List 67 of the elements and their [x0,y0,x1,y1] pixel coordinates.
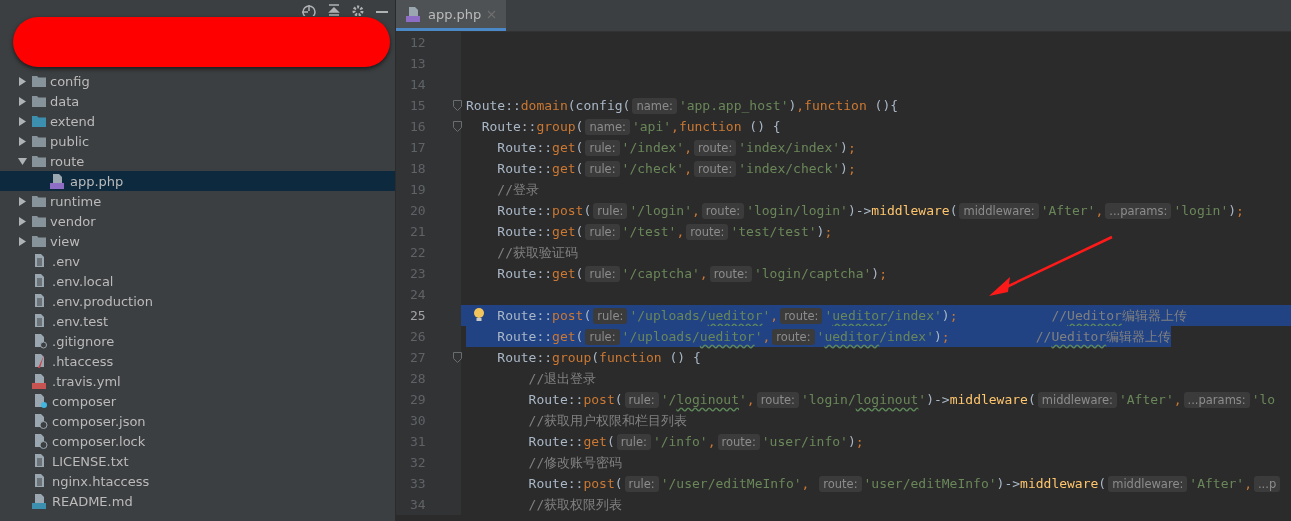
folder-icon [32,115,46,127]
tree-item[interactable]: nginx.htaccess [0,471,395,491]
markdown-file-icon [32,493,48,509]
tree-item[interactable]: .env.test [0,311,395,331]
code-line: Route::post( rule: '/loginout', route: 'login/loginout')->middleware( middleware: 'After', ...params: 'lo [527,391,1276,408]
code-line: //登录 [496,180,539,199]
tree-item[interactable]: .travis.yml [0,371,395,391]
code-line: Route::post( rule: '/login', route: 'login/login')->middleware( middleware: 'After', ...params: 'login'); [496,202,1244,219]
code-line: //获取用户权限和栏目列表 [527,411,688,430]
folder-icon [32,235,46,247]
ignore-file-icon [32,333,48,349]
tree-item[interactable]: composer.json [0,411,395,431]
code-line: Route::get( rule: '/info', route: 'user/info'); [527,433,864,450]
php-file-icon [406,6,422,22]
tree-item[interactable]: LICENSE.txt [0,451,395,471]
code-line: Route::get( rule: '/test', route: 'test/test'); [496,223,833,240]
crosshair-icon[interactable] [301,4,317,16]
code-line: Route::get( rule: '/check', route: 'index/check'); [496,160,856,177]
fold-marker-icon[interactable] [453,352,462,363]
folder-icon [32,155,46,167]
tree-item[interactable]: composer [0,391,395,411]
tree-item[interactable]: runtime [0,191,395,211]
unknown-file-icon [32,393,48,409]
tree-item[interactable]: README.md [0,491,395,511]
code-line: Route::domain(config( name: 'app.app_host'),function (){ [466,97,899,114]
code-line: Route::post( rule: '/user/editMeInfo', route: 'user/editMeInfo')->middleware( middleware: 'After', ...p [466,475,1283,492]
code-line: //获取验证码 [496,243,578,262]
tree-item[interactable]: view [0,231,395,251]
folder-icon [32,195,46,207]
php-file-icon [50,173,66,189]
collapse-icon[interactable] [327,4,341,16]
folder-icon [32,75,46,87]
tree-item[interactable]: extend [0,111,395,131]
tree-item[interactable]: .env.production [0,291,395,311]
json-file-icon [32,413,48,429]
tree-item[interactable]: .env [0,251,395,271]
folder-icon [32,135,46,147]
fold-marker-icon[interactable] [453,100,462,111]
tree-item[interactable]: .env.local [0,271,395,291]
tree-item[interactable]: config [0,71,395,91]
settings-icon[interactable] [351,4,365,16]
code-line: //退出登录 [527,369,597,388]
expanded-arrow-icon[interactable] [18,156,27,166]
code-line: Route::get( rule: '/captcha', route: 'login/captcha'); [496,265,887,282]
folder-icon [32,215,46,227]
lightbulb-icon[interactable] [473,307,485,323]
code-line: Route::group( name: 'api',function () { [480,118,781,135]
tree-item[interactable]: vendor [0,211,395,231]
tree-item[interactable]: app.php [0,171,395,191]
code-line: Route::group(function () { [496,350,701,365]
tree-item[interactable]: route [0,151,395,171]
tree-item[interactable]: public [0,131,395,151]
code-line: Route::get( rule: '/uploads/ueditor', route: 'ueditor/index'); //Ueditor编辑器上传 [496,327,1172,346]
tree-item[interactable]: data [0,91,395,111]
fold-marker-icon[interactable] [453,121,462,132]
json-file-icon [32,433,48,449]
tree-item[interactable]: .gitignore [0,331,395,351]
code-line: Route::post( rule: '/uploads/ueditor', route: 'ueditor/index'); //Ueditor编辑器上传 [496,306,1187,325]
yml-file-icon [32,373,48,389]
line-number: 25 [410,308,426,323]
tree-item[interactable]: composer.lock [0,431,395,451]
editor-tab[interactable]: app.php [396,0,507,31]
tree-item[interactable]: .htaccess [0,351,395,371]
code-line: //获取权限列表 [527,495,623,514]
code-line: Route::get( rule: '/index', route: 'index/index'); [496,139,856,156]
code-line: //修改账号密码 [527,453,623,472]
folder-icon [32,95,46,107]
